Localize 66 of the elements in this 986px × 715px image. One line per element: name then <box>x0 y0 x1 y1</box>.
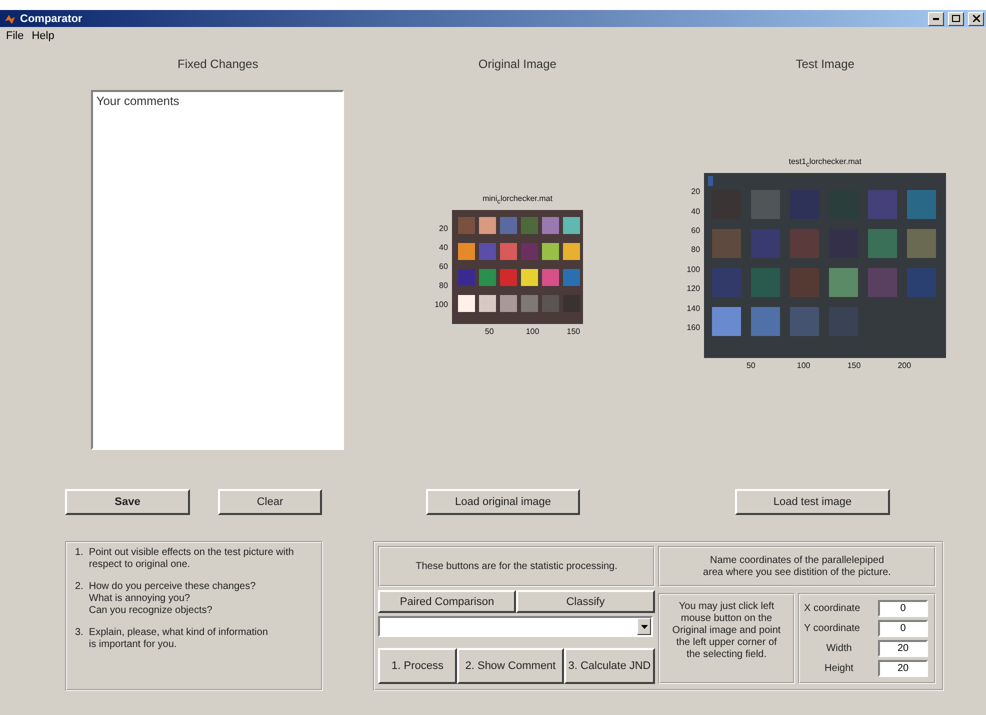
load-image-button[interactable]: Load original image <box>426 489 580 515</box>
axis-tick-label: 80 <box>691 245 700 254</box>
plot-title: mini$_{c}$lorchecker.mat <box>482 194 552 206</box>
menu-item[interactable]: File <box>6 30 24 44</box>
axis-tick-label: 50 <box>484 326 494 336</box>
axis-tick-label: 60 <box>691 226 700 235</box>
note-text: Name coordinates of the parallelepiped <box>710 554 884 566</box>
axis-tick-label: 60 <box>439 262 448 271</box>
section-heading: Test Image <box>796 57 854 73</box>
hint-text: mouse button on the <box>680 613 772 625</box>
field-label: X coordinate <box>804 603 862 614</box>
axis-tick-label: 100 <box>526 326 540 336</box>
coordinate-field[interactable]: 20 <box>878 660 928 677</box>
note-text: area where you see distition of the picture. <box>703 566 891 578</box>
axis-tick-label: 150 <box>566 326 580 336</box>
maximize-icon <box>952 15 960 22</box>
maximize-button[interactable] <box>948 12 964 26</box>
method-button[interactable]: Paired Comparison <box>378 590 516 613</box>
instruction-text: 2. How do you perceive these changes? What is annoying you? Can you recognize objects? <box>75 581 257 617</box>
axis-tick-label: 120 <box>686 284 700 294</box>
clear-button[interactable]: Clear <box>218 489 322 515</box>
load-image-button[interactable]: Load test image <box>735 489 890 515</box>
close-icon <box>972 15 980 22</box>
section-heading: Original Image <box>478 57 556 73</box>
plot-title: test1$_{c}$lorchecker.mat <box>788 157 862 169</box>
menu-item[interactable]: Help <box>32 30 54 44</box>
axis-tick-label: 200 <box>898 360 912 370</box>
window-title: Comparator <box>20 12 84 24</box>
close-button[interactable] <box>968 12 984 26</box>
axis-tick-label: 40 <box>439 242 448 252</box>
hint-text: You may just click left <box>678 601 774 613</box>
coordinate-field[interactable]: 0 <box>878 600 928 618</box>
method-dropdown[interactable] <box>378 616 653 637</box>
axis-tick-label: 80 <box>439 280 448 290</box>
minimize-button[interactable] <box>928 12 944 26</box>
coordinate-field[interactable]: 0 <box>878 620 928 638</box>
hint-text: the selecting field. <box>686 649 767 661</box>
axis-tick-label: 20 <box>691 187 700 196</box>
save-button[interactable]: Save <box>65 489 190 515</box>
step-button[interactable]: 3. Calculate JND <box>564 648 655 684</box>
instruction-text: 1. Point out visible effects on the test picture with respect to original one. <box>75 547 295 571</box>
axis-tick-label: 150 <box>847 360 861 370</box>
axis-tick-label: 100 <box>796 360 810 370</box>
section-heading: Fixed Changes <box>178 57 258 73</box>
hint-text: Original image and point <box>672 625 781 637</box>
axis-tick-label: 50 <box>746 360 756 370</box>
field-label: Y coordinate <box>804 623 861 634</box>
method-button[interactable]: Classify <box>516 590 655 613</box>
step-button[interactable]: 2. Show Comment <box>457 648 564 684</box>
minimize-icon <box>933 18 939 20</box>
axis-tick-label: 20 <box>439 224 448 233</box>
axis-tick-label: 160 <box>686 323 700 332</box>
app-icon <box>4 12 16 24</box>
axis-tick-label: 100 <box>434 300 448 309</box>
axis-tick-label: 140 <box>686 304 700 313</box>
instruction-text: 3. Explain, please, what kind of information is important for you. <box>75 627 269 651</box>
field-label: Height <box>824 662 854 674</box>
axis-tick-label: 100 <box>686 264 700 274</box>
hint-text: the left upper corner of <box>676 637 777 649</box>
step-button[interactable]: 1. Process <box>378 648 457 684</box>
axis-tick-label: 40 <box>691 206 700 216</box>
dropdown-arrow-icon <box>640 624 648 628</box>
field-label: Width <box>825 642 853 654</box>
comments-field[interactable]: Your comments <box>91 90 344 450</box>
coordinate-field[interactable]: 20 <box>878 640 928 657</box>
note-text: These buttons are for the statistic processing. <box>416 560 618 572</box>
